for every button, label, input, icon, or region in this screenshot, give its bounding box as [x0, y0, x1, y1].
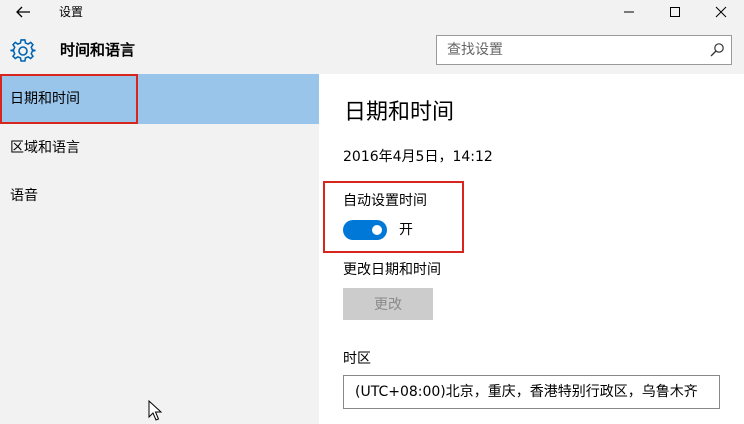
sidebar-item-speech[interactable]: 语音	[0, 171, 319, 221]
arrow-left-icon	[16, 6, 30, 18]
sidebar-item-label: 区域和语言	[10, 140, 80, 156]
main-content: 日期和时间 2016年4月5日，14:12 自动设置时间 开 更改日期和时间 更…	[319, 74, 744, 424]
search-icon[interactable]	[709, 42, 725, 58]
gear-icon	[10, 39, 36, 62]
change-datetime-label: 更改日期和时间	[343, 262, 441, 278]
highlight-box	[0, 74, 138, 124]
mouse-cursor-icon	[148, 400, 162, 421]
current-datetime: 2016年4月5日，14:12	[343, 149, 493, 165]
timezone-value: (UTC+08:00)北京，重庆，香港特别行政区，乌鲁木齐	[355, 384, 698, 400]
search-input[interactable]	[437, 36, 701, 64]
back-button[interactable]	[14, 3, 32, 21]
change-datetime-button[interactable]: 更改	[343, 288, 433, 320]
timezone-dropdown[interactable]: (UTC+08:00)北京，重庆，香港特别行政区，乌鲁木齐	[343, 375, 720, 409]
sidebar-item-region-language[interactable]: 区域和语言	[0, 123, 319, 173]
toggle-state-label: 开	[399, 222, 413, 238]
close-button[interactable]	[698, 0, 744, 24]
settings-header: 时间和语言	[0, 24, 744, 74]
auto-time-label: 自动设置时间	[343, 193, 427, 209]
window-title: 设置	[59, 5, 84, 19]
close-icon	[715, 6, 727, 18]
auto-time-toggle[interactable]	[343, 220, 387, 240]
sidebar: 日期和时间 区域和语言 语音	[0, 74, 319, 424]
section-title: 时间和语言	[60, 41, 136, 59]
maximize-button[interactable]	[652, 0, 698, 24]
sidebar-item-label: 语音	[10, 188, 38, 204]
timezone-label: 时区	[343, 351, 371, 367]
minimize-button[interactable]	[606, 0, 652, 24]
search-box[interactable]	[436, 35, 732, 65]
page-title: 日期和时间	[344, 100, 455, 125]
toggle-knob	[372, 225, 382, 235]
title-bar: 设置	[0, 0, 744, 24]
sidebar-item-date-time[interactable]: 日期和时间	[0, 74, 319, 124]
minimize-icon	[624, 11, 634, 13]
maximize-icon	[670, 7, 680, 17]
